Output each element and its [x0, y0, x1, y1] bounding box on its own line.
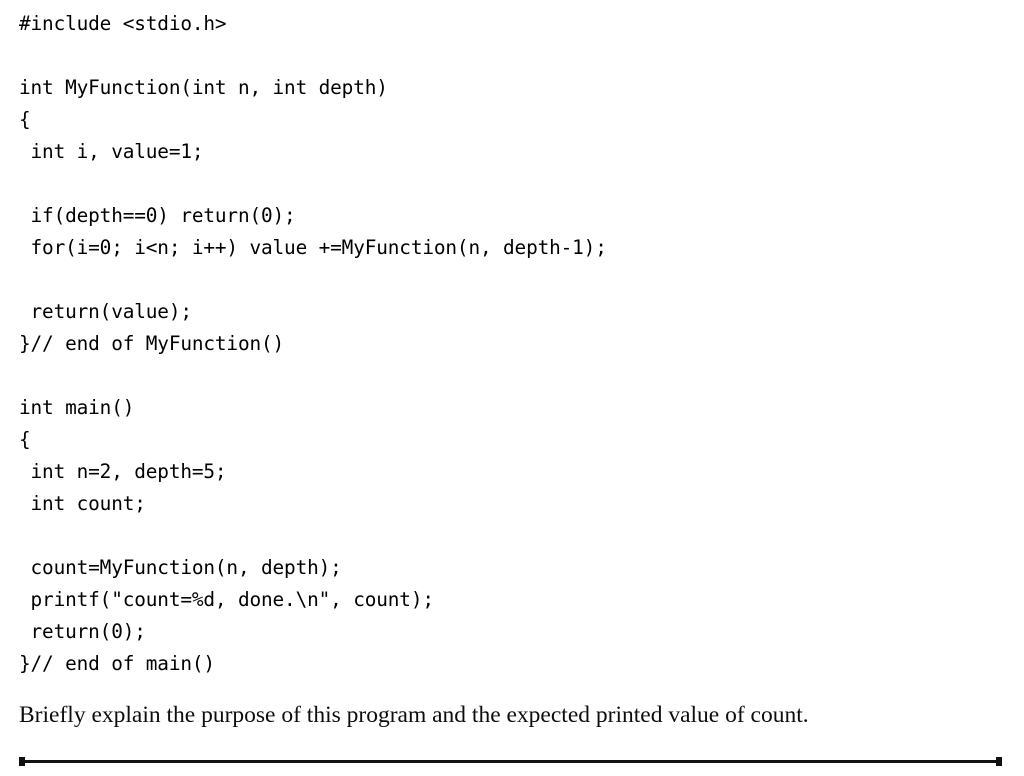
document-page: #include <stdio.h> int MyFunction(int n,…	[0, 0, 1024, 776]
code-line: printf("count=%d, done.\n", count);	[19, 588, 435, 611]
code-line: #include <stdio.h>	[19, 12, 227, 35]
rule-end-tick-right	[996, 757, 1002, 766]
code-line: {	[19, 428, 31, 451]
code-line: int n=2, depth=5;	[19, 460, 227, 483]
c-code-listing: #include <stdio.h> int MyFunction(int n,…	[19, 8, 1009, 680]
code-line: for(i=0; i<n; i++) value +=MyFunction(n,…	[19, 236, 607, 259]
code-line: return(0);	[19, 620, 146, 643]
code-line: int MyFunction(int n, int depth)	[19, 76, 388, 99]
code-line: int i, value=1;	[19, 140, 204, 163]
rule-bar	[19, 760, 1002, 763]
code-line: int main()	[19, 396, 135, 419]
code-line: if(depth==0) return(0);	[19, 204, 296, 227]
code-line: }// end of main()	[19, 652, 215, 675]
code-line: }// end of MyFunction()	[19, 332, 285, 355]
code-line: {	[19, 108, 31, 131]
horizontal-rule	[19, 757, 1002, 766]
code-line: return(value);	[19, 300, 193, 323]
code-line: int count;	[19, 492, 146, 515]
question-prompt: Briefly explain the purpose of this prog…	[19, 702, 809, 728]
code-line: count=MyFunction(n, depth);	[19, 556, 342, 579]
